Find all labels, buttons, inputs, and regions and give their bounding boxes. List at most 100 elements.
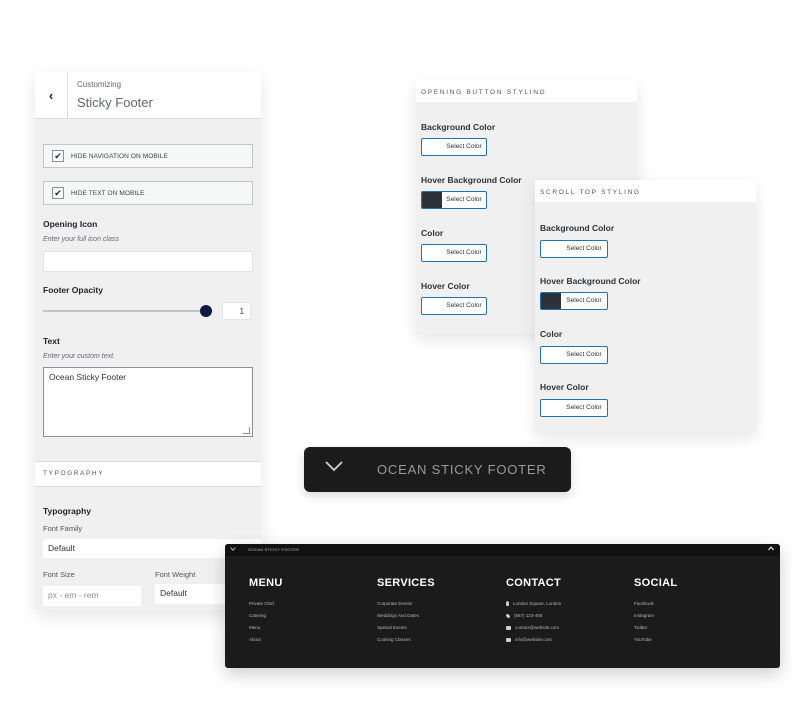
font-weight-label: Font Weight <box>155 570 196 579</box>
background-color-label: Background Color <box>421 122 496 132</box>
checkbox-label: HIDE TEXT ON MOBILE <box>71 189 145 197</box>
section-title: TYPOGRAPHY <box>43 470 105 477</box>
opacity-slider-handle[interactable] <box>200 305 212 317</box>
hover-background-color-label: Hover Background Color <box>421 175 522 185</box>
font-size-input[interactable]: px - em - rem <box>43 586 141 606</box>
opening-icon-input[interactable] <box>43 251 253 272</box>
panel-title: Sticky Footer <box>77 95 153 110</box>
card-header: SCROLL TOP STYLING <box>535 180 756 202</box>
select-color-text: Select Color <box>446 196 482 203</box>
pill-text: OCEAN STICKY FOOTER <box>377 462 547 477</box>
select-color-text: Select Color <box>446 249 482 256</box>
scroll-top-styling-card: SCROLL TOP STYLING Background Color Sele… <box>535 180 756 432</box>
footer-contact-item[interactable]: London Square, London <box>506 601 562 607</box>
chevron-left-icon: ‹ <box>48 87 54 103</box>
color-swatch <box>541 347 561 363</box>
footer-link[interactable]: Catering <box>249 613 266 618</box>
sticky-footer-pill[interactable]: OCEAN STICKY FOOTER <box>304 447 571 492</box>
footer-link[interactable]: Corporate Events <box>377 601 412 606</box>
hover-background-color-button[interactable]: Select Color <box>421 191 487 209</box>
customizer-panel: ‹ Customizing Sticky Footer ✔ HIDE NAVIG… <box>35 72 261 610</box>
font-size-placeholder: px - em - rem <box>48 590 99 600</box>
hover-background-color-label: Hover Background Color <box>540 276 641 286</box>
select-color-text: Select Color <box>566 245 602 252</box>
hide-navigation-checkbox-row[interactable]: ✔ HIDE NAVIGATION ON MOBILE <box>43 144 253 168</box>
custom-text-textarea[interactable]: Ocean Sticky Footer <box>43 367 253 437</box>
card-header: OPENING BUTTON STYLING <box>416 80 637 102</box>
footer-link[interactable]: Instagram <box>634 613 654 618</box>
opacity-value-input[interactable]: 1 <box>222 302 251 320</box>
color-label: Color <box>540 329 563 339</box>
footer-link[interactable]: Private Chef <box>249 601 274 606</box>
color-swatch <box>422 192 442 208</box>
color-swatch <box>422 245 442 261</box>
contact-text: info@website.com <box>515 637 552 642</box>
sticky-footer-bar: OCEAN STICKY FOOTER <box>225 544 780 556</box>
typography-label: Typography <box>43 506 92 516</box>
back-button[interactable]: ‹ <box>35 72 68 118</box>
text-label: Text <box>43 336 60 346</box>
footer-column-title: SERVICES <box>377 577 435 589</box>
color-swatch <box>422 298 442 314</box>
color-button[interactable]: Select Color <box>421 244 487 262</box>
hover-color-button[interactable]: Select Color <box>421 297 487 315</box>
hover-color-label: Hover Color <box>421 281 470 291</box>
chevron-down-icon[interactable] <box>324 459 344 473</box>
select-color-text: Select Color <box>566 404 602 411</box>
font-family-label: Font Family <box>43 524 83 533</box>
footer-link[interactable]: Special Events <box>377 625 407 630</box>
hover-color-label: Hover Color <box>540 382 589 392</box>
chevron-down-icon[interactable] <box>230 547 236 551</box>
footer-column-title: CONTACT <box>506 577 562 589</box>
hover-background-color-button[interactable]: Select Color <box>540 292 608 310</box>
color-swatch <box>541 241 561 257</box>
checkbox-label: HIDE NAVIGATION ON MOBILE <box>71 152 168 160</box>
footer-column-title: SOCIAL <box>634 577 678 589</box>
contact-text: contact@website.com <box>515 625 560 630</box>
background-color-label: Background Color <box>540 223 615 233</box>
resize-handle-icon[interactable] <box>243 427 250 434</box>
scroll-top-icon[interactable] <box>768 546 774 551</box>
footer-link[interactable]: Facebook <box>634 601 654 606</box>
map-pin-icon <box>506 601 509 607</box>
footer-contact-item[interactable]: (567) 123-456 <box>506 613 542 618</box>
footer-link[interactable]: Weddings And Dates <box>377 613 419 618</box>
typography-section-header: TYPOGRAPHY <box>35 461 261 487</box>
footer-column-title: MENU <box>249 577 283 589</box>
panel-header: ‹ Customizing Sticky Footer <box>35 72 261 119</box>
checkbox-hide-navigation[interactable]: ✔ <box>52 150 64 162</box>
text-description: Enter your custom text. <box>43 353 115 360</box>
footer-contact-item[interactable]: info@website.com <box>506 637 552 642</box>
opacity-slider-track[interactable] <box>43 310 208 312</box>
footer-link[interactable]: YouTube <box>634 637 652 642</box>
select-color-text: Select Color <box>566 297 602 304</box>
envelope-icon <box>506 625 511 630</box>
phone-icon <box>506 613 510 618</box>
hide-text-checkbox-row[interactable]: ✔ HIDE TEXT ON MOBILE <box>43 181 253 205</box>
contact-text: (567) 123-456 <box>514 613 543 618</box>
footer-contact-item[interactable]: contact@website.com <box>506 625 559 630</box>
checkbox-hide-text[interactable]: ✔ <box>52 187 64 199</box>
footer-link[interactable]: About <box>249 637 261 642</box>
card-title: OPENING BUTTON STYLING <box>421 89 547 96</box>
textarea-value: Ocean Sticky Footer <box>49 372 127 382</box>
footer-link[interactable]: Cooking Classes <box>377 637 411 642</box>
hover-color-button[interactable]: Select Color <box>540 399 608 417</box>
background-color-button[interactable]: Select Color <box>540 240 608 258</box>
breadcrumb: Customizing <box>77 80 122 89</box>
footer-link[interactable]: Menu <box>249 625 260 630</box>
contact-text: London Square, London <box>513 601 562 606</box>
footer-opacity-label: Footer Opacity <box>43 285 103 295</box>
font-size-label: Font Size <box>43 570 75 579</box>
select-color-text: Select Color <box>566 351 602 358</box>
color-button[interactable]: Select Color <box>540 346 608 364</box>
footer-link[interactable]: Twitter <box>634 625 647 630</box>
card-title: SCROLL TOP STYLING <box>540 189 641 196</box>
background-color-button[interactable]: Select Color <box>421 138 487 156</box>
color-swatch <box>541 293 561 309</box>
footer-bar-text: OCEAN STICKY FOOTER <box>248 547 300 552</box>
select-color-text: Select Color <box>446 143 482 150</box>
footer-preview: OCEAN STICKY FOOTER MENU Private Chef Ca… <box>225 544 780 668</box>
envelope-icon <box>506 637 511 642</box>
color-swatch <box>541 400 561 416</box>
